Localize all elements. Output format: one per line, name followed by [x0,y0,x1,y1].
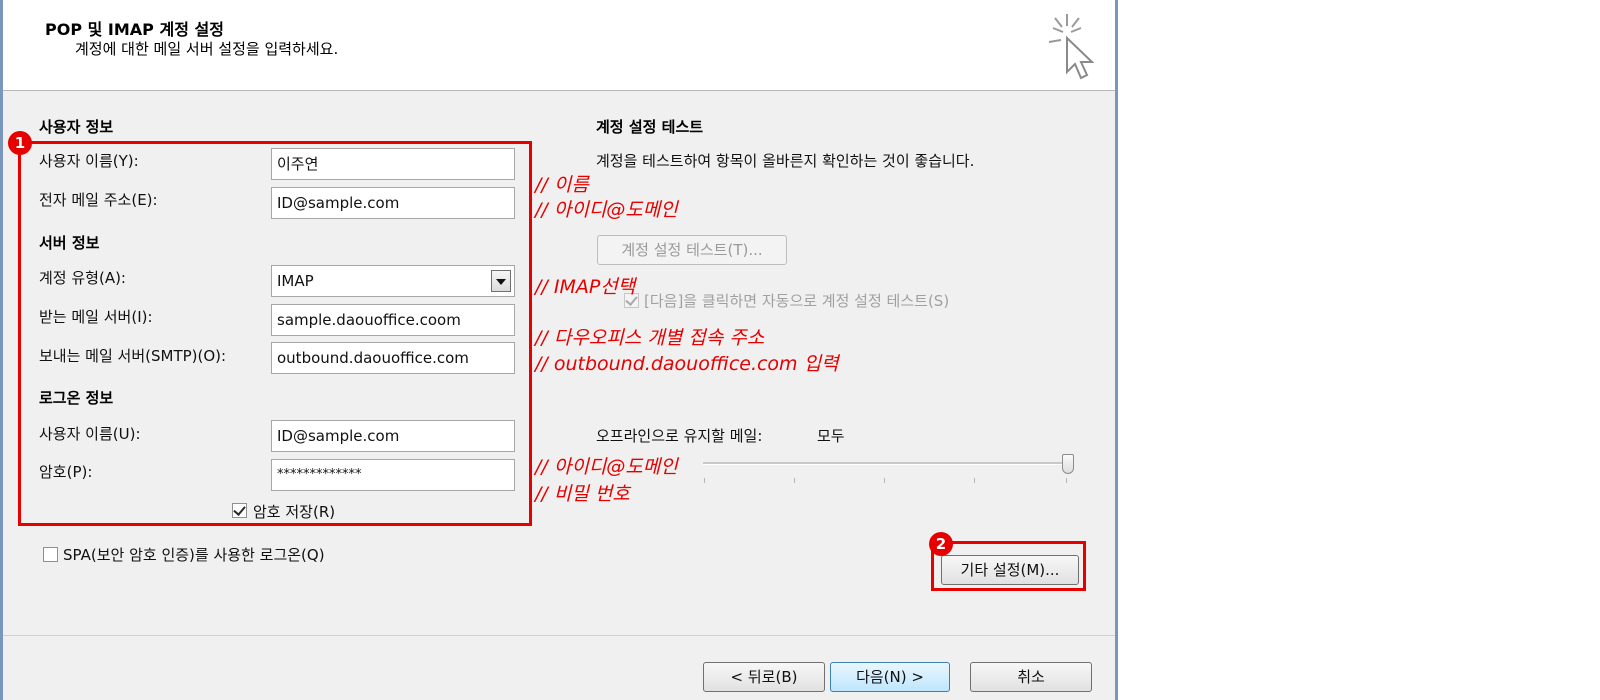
test-account-button[interactable]: 계정 설정 테스트(T)... [597,235,787,265]
slider-tick [704,478,705,483]
offline-slider-thumb[interactable] [1062,454,1074,474]
note-username: // 아이디@도메인 [535,456,678,478]
dialog-title: POP 및 IMAP 계정 설정 [45,20,224,39]
slider-tick [1066,478,1067,483]
test-heading: 계정 설정 테스트 [596,118,704,136]
note-email: // 아이디@도메인 [535,199,678,221]
cursor-sparkle-icon [1048,14,1095,80]
footer-divider [3,635,1115,636]
badge-1: 1 [8,131,32,155]
cancel-button[interactable]: 취소 [970,662,1092,692]
user-info-heading: 사용자 정보 [39,118,114,136]
highlight-box-settings [18,141,532,526]
spa-checkbox[interactable] [43,547,58,562]
slider-tick [794,478,795,483]
back-button[interactable]: < 뒤로(B) [703,662,825,692]
note-outgoing: // outbound.daouoffice.com 입력 [535,353,839,375]
test-description: 계정을 테스트하여 항목이 올바른지 확인하는 것이 좋습니다. [596,152,975,170]
note-imap: // IMAP선택 [535,276,636,298]
account-settings-dialog: POP 및 IMAP 계정 설정 계정에 대한 메일 서버 설정을 입력하세요.… [0,0,1118,700]
offline-mail-label: 오프라인으로 유지할 메일: [596,427,763,445]
dialog-header: POP 및 IMAP 계정 설정 계정에 대한 메일 서버 설정을 입력하세요. [3,0,1115,91]
auto-test-label: [다음]을 클릭하면 자동으로 계정 설정 테스트(S) [644,292,950,310]
dialog-subtitle: 계정에 대한 메일 서버 설정을 입력하세요. [75,40,339,58]
badge-2: 2 [929,532,953,556]
spa-label: SPA(보안 암호 인증)를 사용한 로그온(Q) [63,546,325,564]
offline-slider-track[interactable] [703,462,1073,465]
highlight-box-more-settings [931,541,1086,591]
note-password: // 비밀 번호 [535,483,630,505]
slider-tick [974,478,975,483]
next-button[interactable]: 다음(N) > [830,662,950,692]
note-incoming: // 다우오피스 개별 접속 주소 [535,327,765,349]
offline-mail-value: 모두 [817,427,845,445]
slider-tick [884,478,885,483]
note-name: // 이름 [535,174,589,196]
